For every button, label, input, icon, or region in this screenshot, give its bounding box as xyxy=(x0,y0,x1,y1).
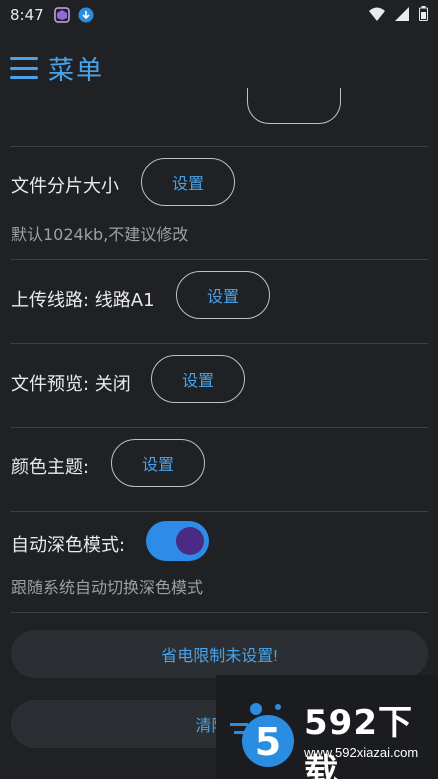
auto-dark-label: 自动深色模式: xyxy=(11,535,126,556)
divider xyxy=(10,146,428,147)
download-icon xyxy=(78,7,94,23)
auto-dark-hint: 跟随系统自动切换深色模式 xyxy=(11,578,204,597)
upload-route-set-button[interactable]: 设置 xyxy=(176,271,270,319)
color-theme-label: 颜色主题: xyxy=(11,457,90,478)
chunk-size-label: 文件分片大小 xyxy=(11,176,119,197)
scrolled-setting-button[interactable] xyxy=(247,88,341,124)
svg-text:5: 5 xyxy=(255,720,281,764)
signal-icon xyxy=(395,6,409,25)
toggle-knob xyxy=(176,527,204,555)
wifi-icon xyxy=(369,6,385,25)
divider xyxy=(10,511,428,512)
divider xyxy=(10,343,428,344)
chunk-size-set-button[interactable]: 设置 xyxy=(141,158,235,206)
upload-route-label: 上传线路: 线路A1 xyxy=(11,290,155,311)
status-time: 8:47 xyxy=(10,6,44,24)
file-preview-label: 文件预览: 关闭 xyxy=(11,374,131,395)
watermark-brand: 592下载 xyxy=(304,703,413,779)
app-badge-icon xyxy=(53,7,70,23)
auto-dark-toggle[interactable] xyxy=(146,521,209,561)
watermark-url: www.592xiazai.com xyxy=(304,745,419,760)
watermark: 5 592下载 www.592xiazai.com xyxy=(216,675,438,779)
battery-icon xyxy=(419,5,428,25)
divider xyxy=(10,259,428,260)
color-theme-set-button[interactable]: 设置 xyxy=(111,439,205,487)
page-title: 菜单 xyxy=(48,55,105,86)
power-saving-button[interactable]: 省电限制未设置! xyxy=(11,630,428,678)
toolbar: 菜单 xyxy=(0,40,438,96)
hamburger-menu-icon[interactable] xyxy=(10,57,38,79)
divider xyxy=(10,427,428,428)
status-bar: 8:47 xyxy=(0,0,438,30)
file-preview-set-button[interactable]: 设置 xyxy=(151,355,245,403)
watermark-logo-icon: 5 xyxy=(230,703,294,767)
chunk-size-hint: 默认1024kb,不建议修改 xyxy=(11,225,189,244)
divider xyxy=(10,612,428,613)
